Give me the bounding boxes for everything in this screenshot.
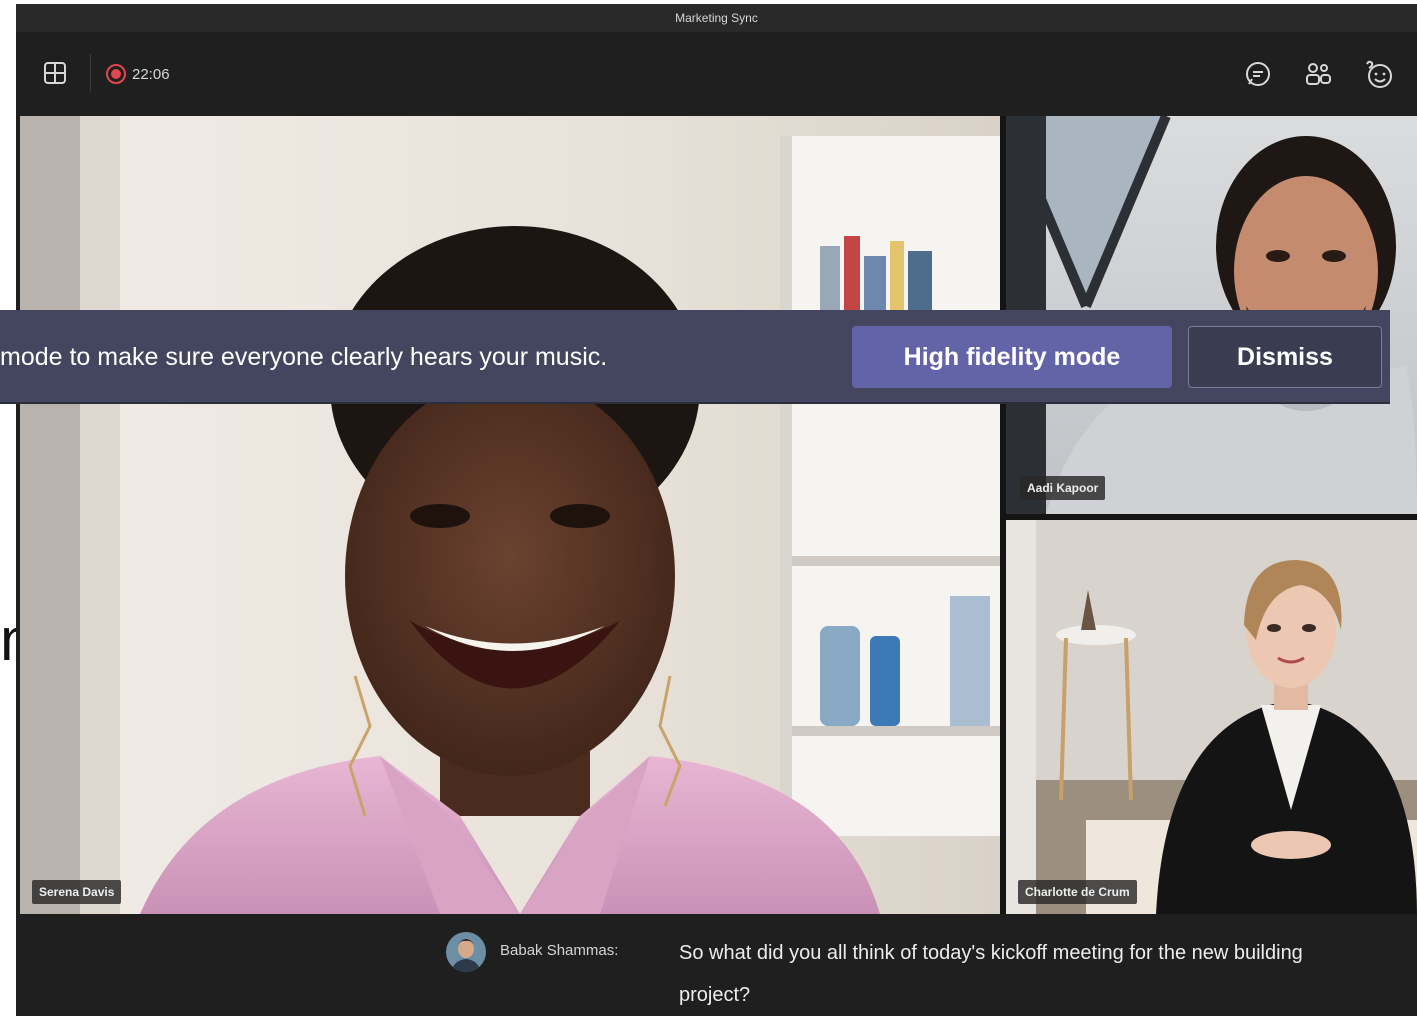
participant-name-bottom-right: Charlotte de Crum (1018, 880, 1137, 904)
video-tile-main[interactable]: Serena Davis (20, 116, 1000, 914)
video-feed-main (20, 116, 1000, 914)
participant-name-main: Serena Davis (32, 880, 122, 904)
high-fidelity-mode-button[interactable]: High fidelity mode (852, 326, 1172, 388)
video-tile-bottom-right[interactable]: Charlotte de Crum (1006, 520, 1417, 914)
toolbar-divider (90, 54, 91, 92)
recording-indicator: 22:06 (106, 62, 170, 86)
recording-icon (106, 64, 126, 84)
meeting-toolbar: 22:06 (16, 32, 1417, 116)
background-partial-text: nl (0, 600, 16, 680)
grid-layout-icon[interactable] (42, 60, 68, 86)
meeting-window: Marketing Sync 22:06 Serena Davis Aadi K… (16, 4, 1417, 1016)
video-grid: Serena Davis Aadi Kapoor Charlotte de Cr… (20, 116, 1417, 914)
avatar (446, 932, 486, 972)
participant-name-top-right: Aadi Kapoor (1020, 476, 1106, 500)
caption-speaker: Babak Shammas: (500, 942, 619, 959)
window-title: Marketing Sync (16, 4, 1417, 32)
reactions-icon[interactable] (1360, 56, 1396, 92)
caption-text: So what did you all think of today's kic… (679, 942, 1303, 1006)
recording-time: 22:06 (132, 65, 170, 83)
high-fidelity-banner: mode to make sure everyone clearly hears… (0, 310, 1390, 404)
banner-message: mode to make sure everyone clearly hears… (0, 343, 608, 371)
screenshot-stage: nl Marketing Sync 22:06 (0, 0, 1417, 1016)
participants-icon[interactable] (1300, 56, 1336, 92)
chat-icon[interactable] (1240, 56, 1276, 92)
dismiss-button[interactable]: Dismiss (1188, 326, 1382, 388)
live-captions: Babak Shammas: So what did you all think… (16, 914, 1417, 1016)
video-feed-bottom-right (1006, 520, 1417, 914)
